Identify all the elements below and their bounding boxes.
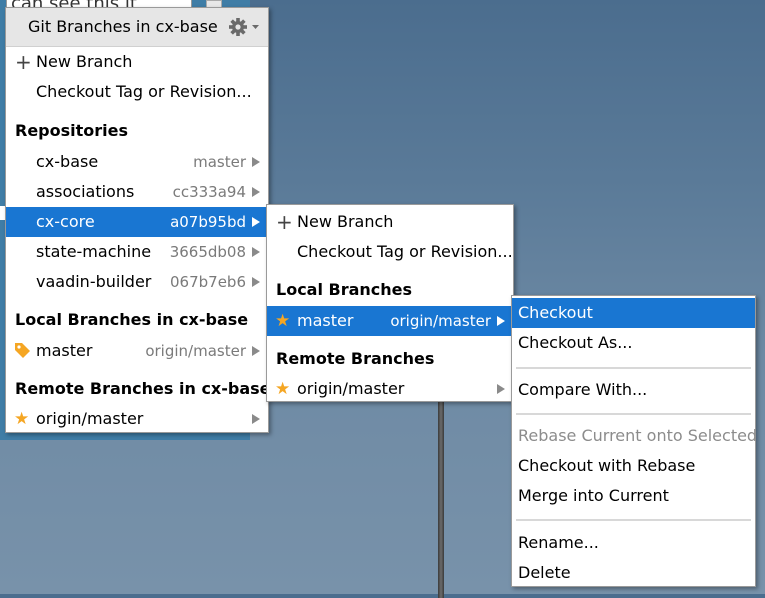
delete-item[interactable]: Delete bbox=[512, 558, 755, 588]
menu2-local-branch-name: master bbox=[297, 311, 354, 330]
separator bbox=[516, 413, 751, 415]
submenu-arrow-icon bbox=[497, 316, 505, 326]
repo-name: cx-base bbox=[36, 152, 99, 171]
checkout-label: Checkout bbox=[518, 303, 593, 322]
menu2-checkout-tag-label: Checkout Tag or Revision... bbox=[297, 242, 513, 261]
separator bbox=[516, 519, 751, 521]
menu1-checkout-tag-label: Checkout Tag or Revision... bbox=[36, 82, 252, 101]
repo-hint: a07b95bd bbox=[170, 213, 246, 231]
popup-title-bar: Git Branches in cx-base bbox=[6, 8, 268, 47]
submenu-arrow-icon bbox=[252, 414, 260, 424]
compare-with-item[interactable]: Compare With... bbox=[512, 375, 755, 405]
checkout-as-label: Checkout As... bbox=[518, 333, 633, 352]
checkout-with-rebase-item[interactable]: Checkout with Rebase bbox=[512, 451, 755, 481]
menu2-remote-header-label: Remote Branches bbox=[276, 349, 435, 368]
background-antenna-pole bbox=[438, 398, 444, 598]
repo-name: associations bbox=[36, 182, 135, 201]
star-icon: ★ bbox=[14, 409, 30, 429]
repo-item-cx-base[interactable]: cx-base master bbox=[6, 147, 268, 177]
menu2-remote-branches-header: Remote Branches bbox=[267, 344, 513, 374]
repo-item-vaadin-builder[interactable]: vaadin-builder 067b7eb6 bbox=[6, 267, 268, 297]
local-branches-header: Local Branches in cx-base bbox=[6, 305, 268, 335]
delete-label: Delete bbox=[518, 563, 571, 582]
tag-icon bbox=[15, 343, 30, 358]
menu1-new-branch-label: New Branch bbox=[36, 52, 133, 71]
rename-label: Rename... bbox=[518, 533, 599, 552]
compare-with-label: Compare With... bbox=[518, 380, 648, 399]
repo-item-state-machine[interactable]: state-machine 3665db08 bbox=[6, 237, 268, 267]
menu2-local-branch-hint: origin/master bbox=[390, 312, 491, 330]
repositories-header-label: Repositories bbox=[15, 121, 129, 140]
local-branches-header-label: Local Branches in cx-base bbox=[15, 310, 249, 329]
rename-item[interactable]: Rename... bbox=[512, 528, 755, 558]
submenu-arrow-icon bbox=[252, 247, 260, 257]
remote-branches-header-label: Remote Branches in cx-base bbox=[15, 379, 271, 398]
branch-actions-submenu: Checkout Checkout As... Compare With... … bbox=[511, 295, 758, 588]
checkout-item[interactable]: Checkout bbox=[512, 298, 755, 328]
menu2-local-branches-header: Local Branches bbox=[267, 275, 513, 305]
plus-icon: + bbox=[276, 210, 293, 234]
popup-title: Git Branches in cx-base bbox=[28, 17, 218, 36]
remote-branches-header: Remote Branches in cx-base bbox=[6, 374, 271, 404]
menu2-checkout-tag-item[interactable]: Checkout Tag or Revision... bbox=[267, 237, 513, 267]
menu2-local-header-label: Local Branches bbox=[276, 280, 413, 299]
cx-core-submenu: + New Branch Checkout Tag or Revision...… bbox=[266, 204, 514, 402]
submenu-arrow-icon bbox=[497, 384, 505, 394]
remote-branch-name: origin/master bbox=[36, 409, 144, 428]
submenu-arrow-icon bbox=[252, 277, 260, 287]
menu2-new-branch-item[interactable]: + New Branch bbox=[267, 207, 513, 237]
repo-hint: 3665db08 bbox=[169, 243, 246, 261]
submenu-arrow-icon bbox=[252, 157, 260, 167]
menu2-remote-branch-origin-master[interactable]: ★ origin/master bbox=[267, 374, 513, 404]
rebase-current-label: Rebase Current onto Selected bbox=[518, 426, 758, 445]
local-branch-name: master bbox=[36, 341, 93, 360]
rebase-current-item: Rebase Current onto Selected bbox=[512, 421, 758, 451]
local-branch-hint: origin/master bbox=[145, 342, 246, 360]
star-icon: ★ bbox=[275, 311, 291, 331]
merge-into-current-item[interactable]: Merge into Current bbox=[512, 481, 755, 511]
separator bbox=[516, 367, 751, 369]
repo-hint: 067b7eb6 bbox=[170, 273, 246, 291]
menu2-remote-branch-name: origin/master bbox=[297, 379, 405, 398]
local-branch-master[interactable]: master origin/master bbox=[6, 336, 268, 366]
plus-icon: + bbox=[15, 50, 32, 74]
checkout-as-item[interactable]: Checkout As... bbox=[512, 328, 755, 358]
repositories-header: Repositories bbox=[6, 116, 268, 146]
submenu-arrow-icon bbox=[252, 217, 260, 227]
repo-name: cx-core bbox=[36, 212, 95, 231]
repo-hint: cc333a94 bbox=[172, 183, 246, 201]
remote-branch-origin-master[interactable]: ★ origin/master bbox=[6, 404, 268, 434]
gear-icon[interactable] bbox=[228, 17, 262, 37]
repo-name: vaadin-builder bbox=[36, 272, 152, 291]
menu1-new-branch-item[interactable]: + New Branch bbox=[6, 47, 268, 77]
repo-hint: master bbox=[193, 153, 246, 171]
repo-item-associations[interactable]: associations cc333a94 bbox=[6, 177, 268, 207]
repo-item-cx-core[interactable]: cx-core a07b95bd bbox=[6, 207, 268, 237]
merge-into-current-label: Merge into Current bbox=[518, 486, 669, 505]
menu2-local-branch-master[interactable]: ★ master origin/master bbox=[267, 306, 513, 336]
star-icon: ★ bbox=[275, 379, 291, 399]
git-branches-popup: Git Branches in cx-base + New Branch Che… bbox=[5, 7, 271, 434]
submenu-arrow-icon bbox=[252, 187, 260, 197]
submenu-arrow-icon bbox=[252, 346, 260, 356]
menu2-new-branch-label: New Branch bbox=[297, 212, 394, 231]
repo-name: state-machine bbox=[36, 242, 152, 261]
checkout-with-rebase-label: Checkout with Rebase bbox=[518, 456, 696, 475]
menu1-checkout-tag-item[interactable]: Checkout Tag or Revision... bbox=[6, 77, 268, 107]
